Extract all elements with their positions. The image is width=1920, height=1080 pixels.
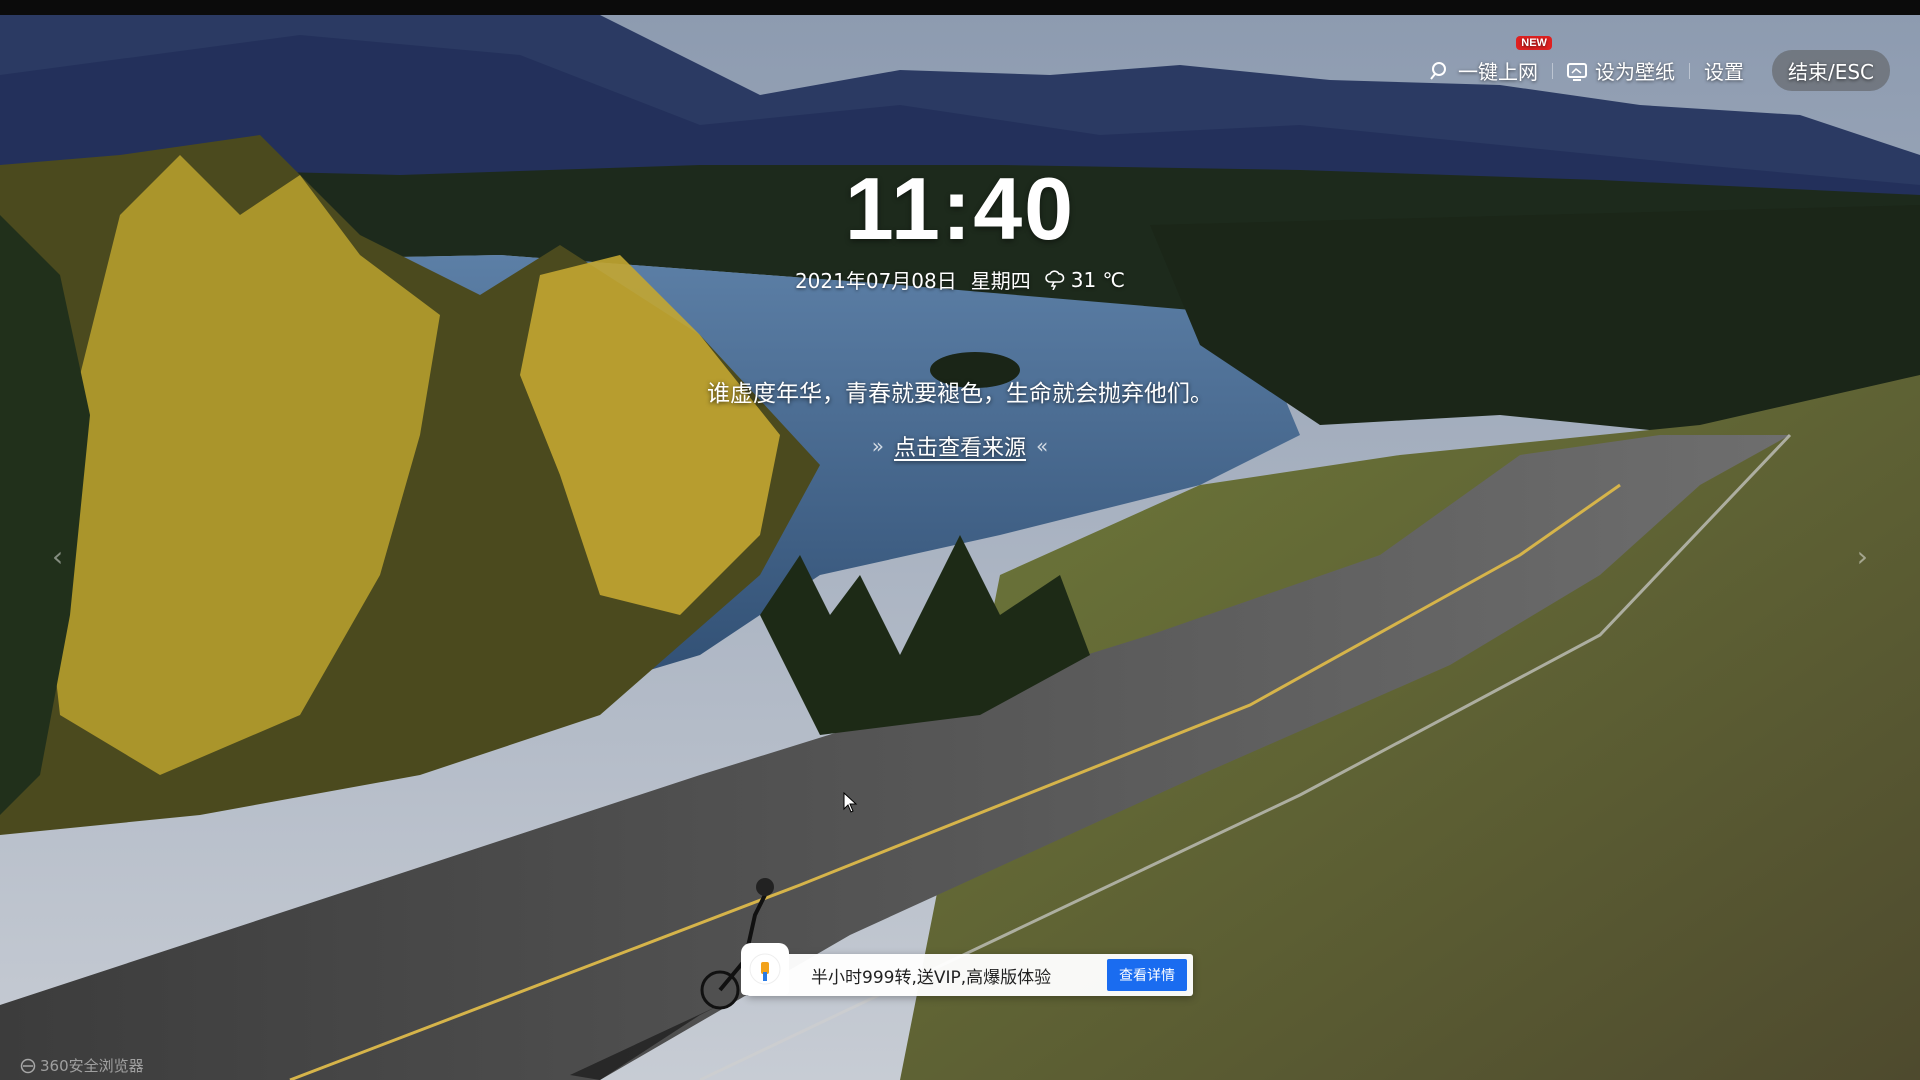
new-badge: NEW: [1516, 36, 1552, 50]
chevron-left-icon: «: [1036, 434, 1049, 458]
settings-label: 设置: [1703, 60, 1744, 84]
top-toolbar: 一键上网 NEW 设为壁纸 设置 结束/ESC: [1416, 36, 1890, 91]
quote-source-row: » 点击查看来源 «: [0, 430, 1920, 462]
one-click-online-button[interactable]: 一键上网 NEW: [1416, 36, 1552, 91]
game-mascot-icon: [741, 943, 789, 995]
weekday-text: 星期四: [970, 269, 1031, 293]
wallpaper-icon: [1566, 62, 1587, 81]
weather: 31 ℃: [1044, 267, 1126, 292]
clock-widget: 11:40 2021年07月08日 星期四 31 ℃: [0, 165, 1920, 294]
promo-banner[interactable]: 半小时999转,送VIP,高爆版体验 查看详情: [741, 943, 1193, 996]
quote-text: 谁虚度年华，青春就要褪色，生命就会抛弃他们。: [707, 381, 1213, 407]
one-click-online-label: 一键上网: [1457, 60, 1538, 84]
chevron-right-icon: »: [871, 434, 884, 458]
view-source-link[interactable]: 点击查看来源: [894, 430, 1026, 462]
browser-logo-icon: [20, 1058, 36, 1073]
screensaver-screen: 一键上网 NEW 设为壁纸 设置 结束/ESC 11:40 2021年07月08…: [0, 0, 1920, 1080]
exit-esc-button[interactable]: 结束/ESC: [1771, 50, 1890, 91]
date-weather-line: 2021年07月08日 星期四 31 ℃: [0, 265, 1920, 294]
view-details-button[interactable]: 查看详情: [1107, 959, 1187, 991]
promo-text: 半小时999转,送VIP,高爆版体验: [811, 967, 1052, 988]
brand-text: 360安全浏览器: [40, 1057, 144, 1075]
top-edge-bar: [0, 0, 1920, 15]
temperature-text: 31 ℃: [1070, 267, 1126, 292]
set-wallpaper-button[interactable]: 设为壁纸: [1553, 50, 1689, 91]
next-wallpaper-arrow[interactable]: ›: [1857, 540, 1868, 573]
browser-brand-watermark: 360安全浏览器: [20, 1055, 144, 1076]
thunderstorm-icon: [1044, 269, 1065, 290]
search-icon: [1430, 61, 1446, 80]
date-text: 2021年07月08日: [794, 269, 957, 293]
mouse-cursor-icon: [843, 792, 858, 813]
previous-wallpaper-arrow[interactable]: ‹: [52, 540, 63, 573]
settings-button[interactable]: 设置: [1690, 50, 1758, 91]
set-wallpaper-label: 设为壁纸: [1594, 60, 1675, 84]
mascot-graphic: [749, 953, 781, 985]
clock-time: 11:40: [844, 159, 1076, 258]
exit-esc-label: 结束/ESC: [1787, 60, 1874, 84]
